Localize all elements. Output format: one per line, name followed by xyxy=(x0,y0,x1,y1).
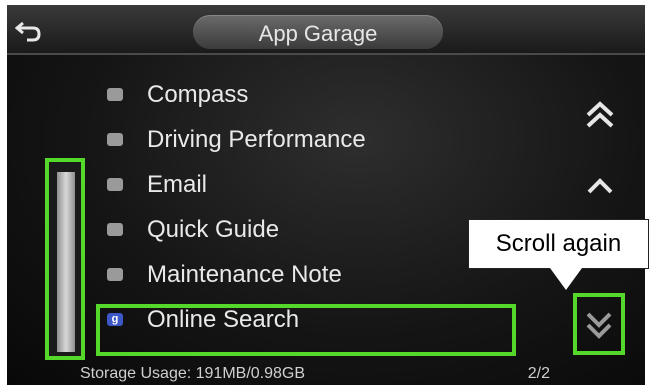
list-item-maintenance-note[interactable]: Maintenance Note xyxy=(95,252,515,297)
driving-performance-icon xyxy=(107,133,123,146)
scroll-again-callout: Scroll again xyxy=(468,219,649,269)
maintenance-note-icon xyxy=(107,268,123,281)
list-item-label: Maintenance Note xyxy=(147,261,342,288)
page-title: App Garage xyxy=(258,21,378,46)
online-search-highlight xyxy=(96,304,516,356)
back-button[interactable] xyxy=(14,19,45,43)
line-up-icon xyxy=(587,178,613,194)
page-up-icon xyxy=(586,101,614,128)
page-down-icon xyxy=(586,312,612,339)
page-up-button[interactable] xyxy=(580,95,620,135)
list-item-label: Compass xyxy=(147,81,249,108)
callout-pointer xyxy=(550,268,582,290)
list-item-compass[interactable]: Compass xyxy=(95,72,515,117)
quick-guide-icon xyxy=(107,223,123,236)
page-indicator: 2/2 xyxy=(527,365,550,382)
scrollbar-thumb[interactable] xyxy=(57,172,75,352)
list-item-email[interactable]: Email xyxy=(95,162,515,207)
scrollbar[interactable] xyxy=(45,158,85,360)
storage-usage: Storage Usage: 191MB/0.98GB xyxy=(80,365,306,382)
list-item-label: Email xyxy=(147,171,208,198)
list-item-driving-performance[interactable]: Driving Performance xyxy=(95,117,515,162)
header-bar: App Garage xyxy=(7,5,645,55)
screen: App Garage Compass Driving Performance E… xyxy=(0,0,650,389)
email-icon xyxy=(107,178,123,191)
list-item-label: Driving Performance xyxy=(147,126,366,153)
list-item-quick-guide[interactable]: Quick Guide xyxy=(95,207,515,252)
page-down-button[interactable] xyxy=(579,305,619,345)
app-list: Compass Driving Performance Email Quick … xyxy=(95,72,515,342)
line-up-button[interactable] xyxy=(580,168,620,208)
list-item-label: Quick Guide xyxy=(147,216,280,243)
back-arrow-icon xyxy=(14,21,41,42)
compass-icon xyxy=(107,88,123,101)
status-footer: Storage Usage: 191MB/0.98GB 2/2 xyxy=(80,362,550,386)
